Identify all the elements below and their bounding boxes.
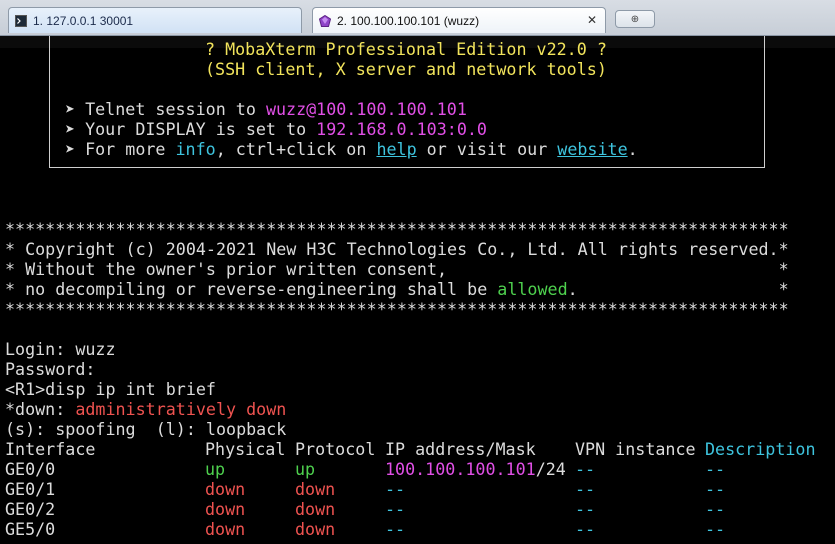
col-interface: Interface bbox=[5, 439, 96, 459]
banner-display-line: ➤ Your DISPLAY is set to 192.168.0.103:0… bbox=[65, 119, 487, 139]
legend-spoofing-line: (s): spoofing (l): loopback bbox=[5, 419, 287, 439]
copyright-stars-top: ****************************************… bbox=[5, 219, 789, 239]
admin-down-text: administratively down bbox=[75, 399, 287, 419]
banner-title: ? MobaXterm Professional Edition v22.0 ? bbox=[205, 39, 607, 59]
banner-info-line: ➤ For more info, ctrl+click on help or v… bbox=[65, 139, 638, 159]
telnet-target: wuzz@100.100.100.101 bbox=[265, 99, 467, 119]
command-line: <R1>disp ip int brief bbox=[5, 379, 216, 399]
banner-telnet-line: ➤ Telnet session to wuzz@100.100.100.101 bbox=[65, 99, 467, 119]
close-icon[interactable]: ✕ bbox=[587, 13, 597, 27]
allowed-word: allowed bbox=[497, 279, 568, 299]
tab-session-1-label: 1. 127.0.0.1 30001 bbox=[33, 13, 134, 28]
copyright-line-2: * Without the owner's prior written cons… bbox=[5, 259, 789, 279]
terminal-area[interactable]: ? MobaXterm Professional Edition v22.0 ?… bbox=[0, 36, 835, 544]
help-link[interactable]: help bbox=[376, 139, 416, 159]
copyright-line-3: * no decompiling or reverse-engineering … bbox=[5, 279, 789, 299]
login-line: Login: wuzz bbox=[5, 339, 116, 359]
copyright-stars-bottom: ****************************************… bbox=[5, 299, 789, 319]
gem-icon bbox=[319, 14, 331, 27]
tab-bar: 1. 127.0.0.1 30001 2. 100.100.100.101 (w… bbox=[0, 0, 835, 36]
info-link[interactable]: info bbox=[176, 139, 216, 159]
col-vpn: VPN instance bbox=[575, 439, 696, 459]
display-value: 192.168.0.103:0.0 bbox=[316, 119, 487, 139]
password-line: Password: bbox=[5, 359, 96, 379]
copyright-line-1: * Copyright (c) 2004-2021 New H3C Techno… bbox=[5, 239, 789, 259]
terminal-icon bbox=[15, 14, 27, 27]
website-link[interactable]: website bbox=[557, 139, 627, 159]
col-physical: Physical bbox=[205, 439, 286, 459]
tab-session-2[interactable]: 2. 100.100.100.101 (wuzz) ✕ bbox=[312, 7, 606, 33]
tab-session-2-label: 2. 100.100.100.101 (wuzz) bbox=[337, 13, 480, 28]
new-tab-button[interactable]: ⊕ bbox=[615, 10, 655, 28]
legend-down-line: *down: administratively down bbox=[5, 399, 287, 419]
col-description: Description bbox=[705, 439, 816, 459]
col-ip: IP address/Mask bbox=[385, 439, 536, 459]
col-protocol: Protocol bbox=[295, 439, 376, 459]
banner-subtitle: (SSH client, X server and network tools) bbox=[205, 59, 607, 79]
tab-session-1[interactable]: 1. 127.0.0.1 30001 bbox=[8, 7, 302, 33]
